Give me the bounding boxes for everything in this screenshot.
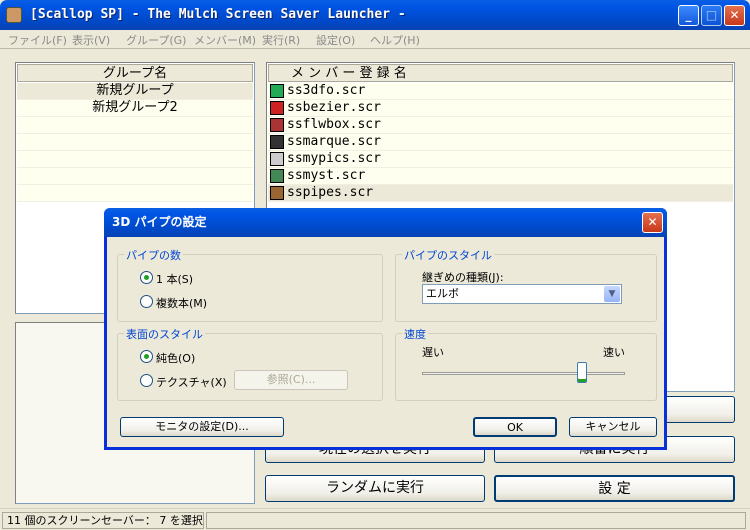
single-pipe-label[interactable]: 1 本(S) xyxy=(156,271,193,287)
close-button[interactable]: ✕ xyxy=(724,5,745,26)
single-pipe-radio[interactable] xyxy=(140,271,153,284)
menu-member[interactable]: メンバー(M) xyxy=(194,32,256,48)
screensaver-icon xyxy=(270,118,284,132)
joint-type-label: 継ぎめの種類(J): xyxy=(422,271,504,284)
cancel-button[interactable]: キャンセル xyxy=(569,417,657,437)
minimize-button[interactable]: _ xyxy=(678,5,699,26)
member-column-header[interactable]: メ ン バ ー 登 録 名 xyxy=(268,64,733,82)
member-row[interactable]: ssbezier.scr xyxy=(268,100,733,117)
title-bar[interactable]: [Scallop SP] - The Mulch Screen Saver La… xyxy=(0,0,750,30)
surface-style-group: 表面のスタイル 純色(O) テクスチャ(X) xyxy=(117,326,383,401)
ok-button[interactable]: OK xyxy=(473,417,557,437)
member-row[interactable]: ssflwbox.scr xyxy=(268,117,733,134)
menu-help[interactable]: ヘルプ(H) xyxy=(370,32,420,48)
pipes-settings-dialog: 3D パイプの設定 ✕ パイプの数 1 本(S) 複数本(M) パイプのスタイル… xyxy=(104,208,667,450)
monitor-settings-button[interactable]: モニタの設定(D)... xyxy=(120,417,284,437)
speed-group: 速度 遅い 速い xyxy=(395,326,657,401)
maximize-button[interactable]: □ xyxy=(701,5,722,26)
screensaver-icon xyxy=(270,152,284,166)
status-count: 11 個のスクリーンセーバー： 7 を選択 xyxy=(2,512,204,529)
speed-slider-thumb[interactable] xyxy=(577,362,587,383)
joint-type-select[interactable]: エルボ ▼ xyxy=(422,284,622,304)
solid-color-radio[interactable] xyxy=(140,350,153,363)
speed-title: 速度 xyxy=(402,326,428,342)
menu-view[interactable]: 表示(V) xyxy=(72,32,110,48)
pipe-count-title: パイプの数 xyxy=(124,247,183,263)
app-icon[interactable] xyxy=(6,7,22,23)
screensaver-icon xyxy=(270,84,284,98)
pipe-style-title: パイプのスタイル xyxy=(402,247,494,263)
screensaver-icon xyxy=(270,135,284,149)
speed-slider-track[interactable] xyxy=(422,372,625,375)
dialog-title: 3D パイプの設定 xyxy=(112,215,207,229)
member-row[interactable]: sspipes.scr xyxy=(268,185,733,202)
speed-slow-label: 遅い xyxy=(422,346,444,359)
member-row[interactable]: ssmyst.scr xyxy=(268,168,733,185)
dialog-close-button[interactable]: ✕ xyxy=(642,212,663,233)
settings-button[interactable]: 設 定 xyxy=(494,475,735,502)
solid-color-label[interactable]: 純色(O) xyxy=(156,350,195,366)
screensaver-icon xyxy=(270,186,284,200)
empty-row xyxy=(17,151,253,168)
browse-button[interactable]: 参照(C)... xyxy=(234,370,348,390)
multiple-pipe-radio[interactable] xyxy=(140,295,153,308)
group-column-header[interactable]: グループ名 xyxy=(17,64,253,82)
multiple-pipe-label[interactable]: 複数本(M) xyxy=(156,295,207,311)
empty-row xyxy=(17,134,253,151)
texture-label[interactable]: テクスチャ(X) xyxy=(156,374,227,390)
screensaver-icon xyxy=(270,101,284,115)
member-row[interactable]: ssmarque.scr xyxy=(268,134,733,151)
joint-type-value: エルボ xyxy=(426,287,459,300)
screensaver-icon xyxy=(270,169,284,183)
empty-row xyxy=(17,168,253,185)
status-blank xyxy=(206,512,746,529)
empty-row xyxy=(17,185,253,202)
member-row[interactable]: ssmypics.scr xyxy=(268,151,733,168)
menu-settings[interactable]: 設定(O) xyxy=(316,32,355,48)
chevron-down-icon[interactable]: ▼ xyxy=(604,286,620,302)
window-title: [Scallop SP] - The Mulch Screen Saver La… xyxy=(30,7,406,22)
texture-radio[interactable] xyxy=(140,374,153,387)
menu-run[interactable]: 実行(R) xyxy=(262,32,300,48)
status-bar: 11 個のスクリーンセーバー： 7 を選択 xyxy=(0,508,750,530)
group-row[interactable]: 新規グループ2 xyxy=(17,100,253,117)
surface-style-title: 表面のスタイル xyxy=(124,326,205,342)
menu-file[interactable]: ファイル(F) xyxy=(8,32,67,48)
group-row[interactable]: 新規グループ xyxy=(17,83,253,100)
speed-fast-label: 速い xyxy=(603,346,625,359)
pipe-count-group: パイプの数 1 本(S) 複数本(M) xyxy=(117,247,383,322)
run-random-button[interactable]: ランダムに実行 xyxy=(265,475,485,502)
dialog-title-bar[interactable]: 3D パイプの設定 ✕ xyxy=(104,208,667,237)
member-row[interactable]: ss3dfo.scr xyxy=(268,83,733,100)
empty-row xyxy=(17,117,253,134)
menu-bar: ファイル(F) 表示(V) グループ(G) メンバー(M) 実行(R) 設定(O… xyxy=(0,30,750,49)
menu-group[interactable]: グループ(G) xyxy=(126,32,186,48)
